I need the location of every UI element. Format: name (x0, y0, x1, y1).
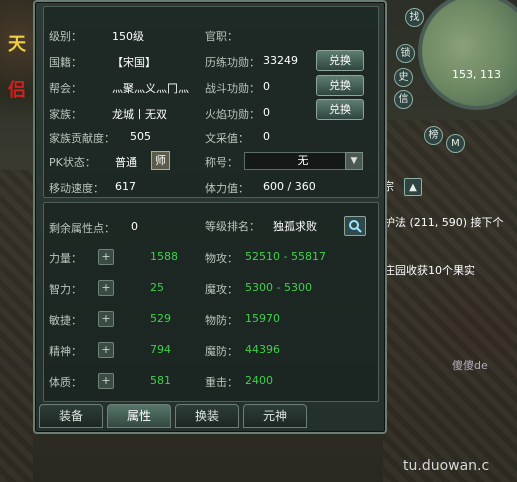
chat-line-2: 庄园收获10个果实 (384, 264, 475, 277)
history-button[interactable]: 史 (394, 68, 413, 87)
family-contribution-value: 505 (130, 130, 151, 143)
magic-attack-label: 魔攻： (205, 283, 238, 296)
office-label: 官职： (205, 30, 238, 43)
minimap-view[interactable]: 153, 113 (418, 0, 517, 110)
magic-attack-value: 5300 - 5300 (245, 281, 312, 294)
flame-merit-value: 0 (263, 106, 270, 119)
intelligence-value: 25 (150, 281, 164, 294)
character-panel: 级别： 150级 官职： 国籍： 【宋国】 历练功勋： 33249 兑换 帮会：… (33, 0, 387, 434)
battle-merit-value: 0 (263, 80, 270, 93)
magic-defense-value: 44396 (245, 343, 280, 356)
critical-value: 2400 (245, 374, 273, 387)
intelligence-label: 智力： (49, 283, 82, 296)
family-value: 龙城丨无双 (112, 108, 167, 121)
move-speed-label: 移动速度： (49, 182, 104, 195)
title-label: 称号： (205, 156, 238, 169)
exchange-button-3[interactable]: 兑换 (316, 99, 364, 120)
master-button[interactable]: 师 (151, 151, 170, 170)
strength-label: 力量： (49, 252, 82, 265)
tab-outfit[interactable]: 换装 (175, 404, 239, 428)
critical-label: 重击： (205, 376, 238, 389)
constitution-label: 体质： (49, 376, 82, 389)
find-button[interactable]: 找 (405, 8, 424, 27)
mail-button[interactable]: 信 (394, 90, 413, 109)
battle-merit-label: 战斗功勋： (205, 82, 260, 95)
remaining-points-value: 0 (131, 220, 138, 233)
magic-defense-label: 魔防： (205, 345, 238, 358)
agility-value: 529 (150, 312, 171, 325)
title-dropdown-arrow-icon[interactable]: ▼ (345, 152, 363, 170)
pk-status-value: 普通 (115, 156, 137, 169)
pk-status-label: PK状态： (49, 156, 96, 169)
lock-button[interactable]: 锁 (396, 44, 415, 63)
panel-tabs: 装备 属性 换装 元神 (39, 404, 381, 428)
tab-soul[interactable]: 元神 (243, 404, 307, 428)
phys-defense-label: 物防： (205, 314, 238, 327)
exchange-button-1[interactable]: 兑换 (316, 50, 364, 71)
guild-value: 灬聚灬义灬冂灬 (112, 82, 189, 95)
nationality-label: 国籍： (49, 56, 82, 69)
phys-attack-value: 52510 - 55817 (245, 250, 326, 263)
move-speed-value: 617 (115, 180, 136, 193)
banner-char-2: 侣 (8, 80, 26, 101)
chat-line-4: 傻傻de (452, 359, 488, 372)
add-intelligence-button[interactable]: + (98, 280, 114, 296)
chat-toggle-button[interactable]: ▲ (404, 178, 422, 196)
strength-value: 1588 (150, 250, 178, 263)
spirit-label: 精神： (49, 345, 82, 358)
nationality-value: 【宋国】 (112, 56, 156, 69)
rank-value: 独孤求败 (273, 220, 317, 233)
exchange-button-2[interactable]: 兑换 (316, 75, 364, 96)
search-icon[interactable] (344, 216, 366, 236)
add-agility-button[interactable]: + (98, 311, 114, 327)
add-constitution-button[interactable]: + (98, 373, 114, 389)
flame-merit-label: 火焰功勋： (205, 108, 260, 121)
minimap-coords: 153, 113 (452, 68, 501, 81)
agility-label: 敏捷： (49, 314, 82, 327)
add-spirit-button[interactable]: + (98, 342, 114, 358)
tab-equipment[interactable]: 装备 (39, 404, 103, 428)
map-button[interactable]: M (446, 134, 465, 153)
constitution-value: 581 (150, 374, 171, 387)
scene-ground-left (0, 170, 33, 482)
level-label: 级别： (49, 30, 82, 43)
watermark: tu.duowan.c (403, 458, 490, 474)
banner-char-1: 天 (8, 34, 26, 55)
literary-label: 文采值： (205, 132, 249, 145)
phys-attack-label: 物攻： (205, 252, 238, 265)
literary-value: 0 (263, 130, 270, 143)
rank-label: 等级排名： (205, 220, 260, 233)
add-strength-button[interactable]: + (98, 249, 114, 265)
rank-button[interactable]: 榜 (424, 126, 443, 145)
stamina-value: 600 / 360 (263, 180, 316, 193)
guild-label: 帮会： (49, 82, 82, 95)
spirit-value: 794 (150, 343, 171, 356)
level-value: 150级 (112, 30, 144, 43)
experience-merit-value: 33249 (263, 54, 298, 67)
experience-merit-label: 历练功勋： (205, 56, 260, 69)
family-contribution-label: 家族贡献度： (49, 132, 115, 145)
chat-line-1: 护法 (211, 590) 接下个 (384, 216, 504, 229)
family-label: 家族： (49, 108, 82, 121)
stamina-label: 体力值： (205, 182, 249, 195)
tab-attributes[interactable]: 属性 (107, 404, 171, 428)
phys-defense-value: 15970 (245, 312, 280, 325)
remaining-points-label: 剩余属性点： (49, 222, 115, 235)
minimap: 153, 113 找 锁 史 信 M 榜 (394, 0, 517, 153)
scene-ground-right (383, 120, 517, 482)
